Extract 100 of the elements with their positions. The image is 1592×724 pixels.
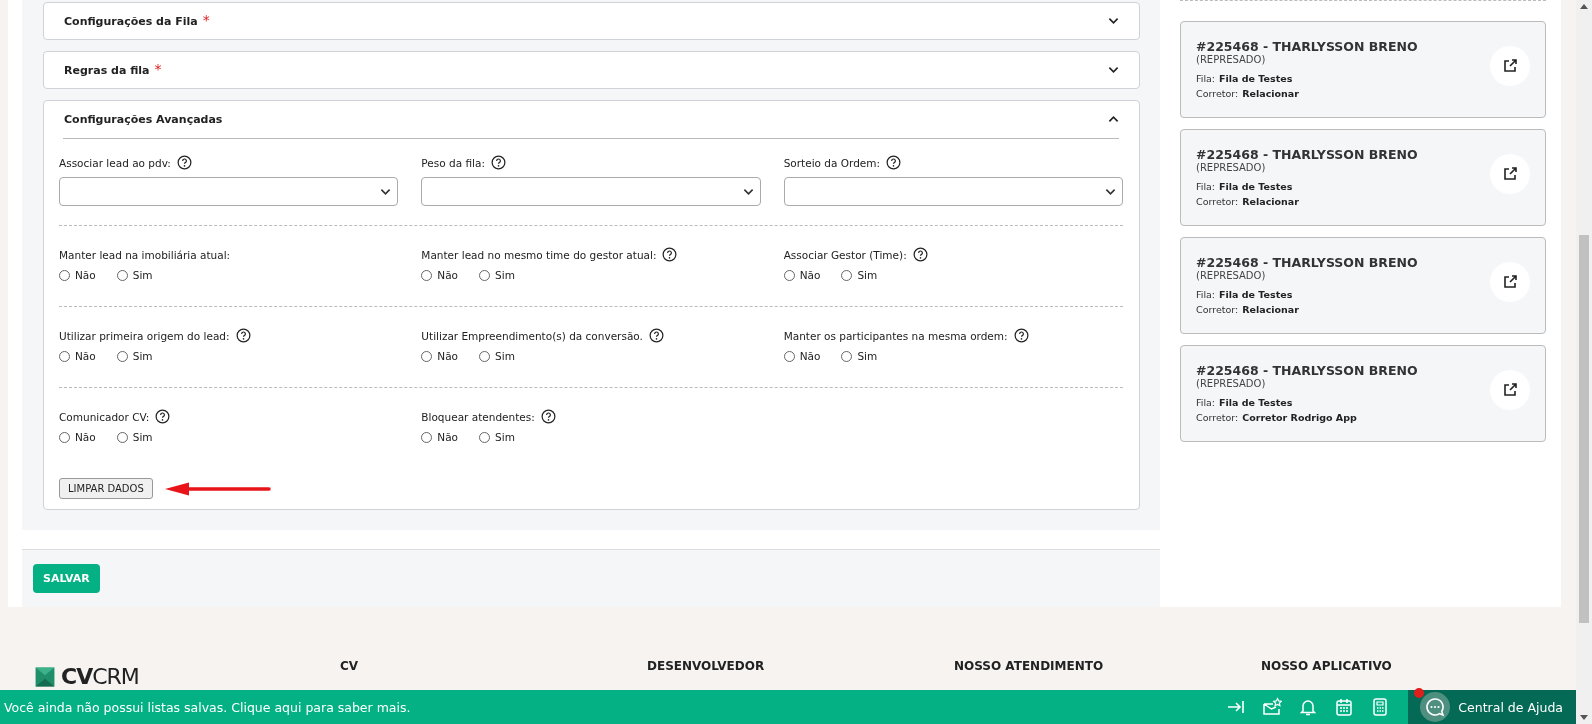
queue-value: Fila de Testes <box>1219 395 1293 410</box>
cube-logo-icon <box>33 665 57 689</box>
scroll-up-icon[interactable] <box>1580 4 1588 9</box>
help-center-button[interactable]: Central de Ajuda <box>1408 690 1577 724</box>
radio-option[interactable]: Não <box>59 350 96 362</box>
broker-label: Corretor: <box>1196 194 1239 209</box>
chevron-up-icon[interactable] <box>1108 115 1119 123</box>
field-label: Utilizar primeira origem do lead: <box>59 329 230 342</box>
external-link-button[interactable] <box>1490 369 1530 410</box>
accordion-header[interactable]: Regras da fila * <box>44 52 1139 88</box>
caret-icon <box>1105 187 1116 196</box>
field-label: Associar Gestor (Time): <box>783 248 907 261</box>
accordion-header[interactable]: Configurações Avançadas <box>44 101 1139 137</box>
lead-status: (REPRESADO) <box>1196 53 1267 65</box>
calendar-icon[interactable] <box>1334 697 1355 717</box>
scroll-down-icon[interactable] <box>1580 715 1588 720</box>
radio-option[interactable]: Não <box>421 431 459 443</box>
radio-option[interactable]: Não <box>421 269 459 281</box>
required-asterisk: * <box>154 61 162 77</box>
accordion-header[interactable]: Configurações da Fila * <box>44 3 1139 39</box>
chat-bubble-icon <box>1420 692 1451 722</box>
radio-option[interactable]: Não <box>59 269 96 281</box>
help-icon[interactable] <box>540 409 556 424</box>
scrollbar[interactable] <box>1576 0 1592 724</box>
external-link-icon <box>1502 273 1518 290</box>
scrollbar-thumb[interactable] <box>1579 235 1589 623</box>
chevron-down-icon[interactable] <box>1108 66 1119 74</box>
help-icon[interactable] <box>648 328 664 343</box>
radio-option[interactable]: Sim <box>841 350 878 362</box>
lead-title: #225468 - THARLYSSON BRENO <box>1196 146 1419 162</box>
queue-label: Fila: <box>1196 71 1216 86</box>
radio-option[interactable]: Sim <box>841 269 878 281</box>
radio-option[interactable]: Sim <box>116 269 153 281</box>
external-link-button[interactable] <box>1490 45 1530 86</box>
external-link-icon <box>1502 381 1518 398</box>
radio-option[interactable]: Sim <box>479 350 515 362</box>
help-icon[interactable] <box>176 155 192 170</box>
select-field[interactable] <box>421 177 761 206</box>
field-label: Associar lead ao pdv: <box>59 156 171 169</box>
radio-option[interactable]: Sim <box>116 350 153 362</box>
field-label: Comunicador CV: <box>59 410 150 423</box>
help-icon[interactable] <box>235 328 251 343</box>
field-label: Utilizar Empreendimento(s) da conversão. <box>421 329 643 342</box>
external-link-icon <box>1502 57 1518 74</box>
help-icon[interactable] <box>490 155 506 170</box>
help-icon[interactable] <box>1013 328 1029 343</box>
lead-title: #225468 - THARLYSSON BRENO <box>1196 362 1419 378</box>
logo[interactable]: CVCRM <box>33 664 340 690</box>
broker-label: Corretor: <box>1196 86 1239 101</box>
broker-value: Corretor Rodrigo App <box>1242 410 1357 425</box>
lead-status: (REPRESADO) <box>1196 377 1267 389</box>
footer-heading: CV <box>340 659 360 673</box>
select-field[interactable] <box>783 177 1123 206</box>
caret-icon <box>380 187 392 196</box>
mail-star-icon[interactable] <box>1262 697 1283 717</box>
field-label: Manter os participantes na mesma ordem: <box>783 329 1008 342</box>
radio-option[interactable]: Não <box>783 350 821 362</box>
section-title: Configurações da Fila <box>64 14 198 28</box>
section-title: Regras da fila <box>64 63 150 77</box>
field-label: Sorteio da Ordem: <box>783 156 881 169</box>
help-icon[interactable] <box>886 155 902 170</box>
queue-value: Fila de Testes <box>1219 179 1293 194</box>
field-label: Manter lead na imobiliária atual: <box>59 248 231 261</box>
radio-option[interactable]: Sim <box>116 431 153 443</box>
lead-status: (REPRESADO) <box>1196 269 1267 281</box>
section-title: Configurações Avançadas <box>64 112 223 126</box>
clear-data-button[interactable]: LIMPAR DADOS <box>59 478 153 499</box>
help-icon[interactable] <box>912 247 928 262</box>
bell-icon[interactable] <box>1298 697 1319 717</box>
external-link-button[interactable] <box>1490 261 1530 302</box>
broker-value: Relacionar <box>1242 302 1299 317</box>
footer-heading: NOSSO ATENDIMENTO <box>954 659 1105 673</box>
chevron-down-icon[interactable] <box>1108 17 1119 25</box>
footer-heading: NOSSO APLICATIVO <box>1261 659 1393 673</box>
radio-option[interactable]: Não <box>783 269 821 281</box>
field-label: Manter lead no mesmo time do gestor atual: <box>421 248 657 261</box>
queue-value: Fila de Testes <box>1219 71 1293 86</box>
radio-option[interactable]: Não <box>59 431 96 443</box>
broker-value: Relacionar <box>1242 194 1299 209</box>
help-icon[interactable] <box>155 409 171 424</box>
queue-label: Fila: <box>1196 179 1216 194</box>
help-icon[interactable] <box>662 247 678 262</box>
lead-title: #225468 - THARLYSSON BRENO <box>1196 38 1419 54</box>
required-asterisk: * <box>202 12 210 28</box>
radio-option[interactable]: Sim <box>479 431 515 443</box>
broker-label: Corretor: <box>1196 410 1239 425</box>
queue-label: Fila: <box>1196 395 1216 410</box>
footer-heading: DESENVOLVEDOR <box>647 659 766 673</box>
field-label: Peso da fila: <box>421 156 485 169</box>
lead-title: #225468 - THARLYSSON BRENO <box>1196 254 1419 270</box>
lead-status: (REPRESADO) <box>1196 161 1267 173</box>
radio-option[interactable]: Não <box>421 350 459 362</box>
external-link-button[interactable] <box>1490 153 1530 194</box>
broker-label: Corretor: <box>1196 302 1239 317</box>
queue-value: Fila de Testes <box>1219 287 1293 302</box>
select-field[interactable] <box>59 177 399 206</box>
queue-label: Fila: <box>1196 287 1216 302</box>
external-link-icon <box>1502 165 1518 182</box>
radio-option[interactable]: Sim <box>479 269 515 281</box>
field-label: Bloquear atendentes: <box>421 410 535 423</box>
